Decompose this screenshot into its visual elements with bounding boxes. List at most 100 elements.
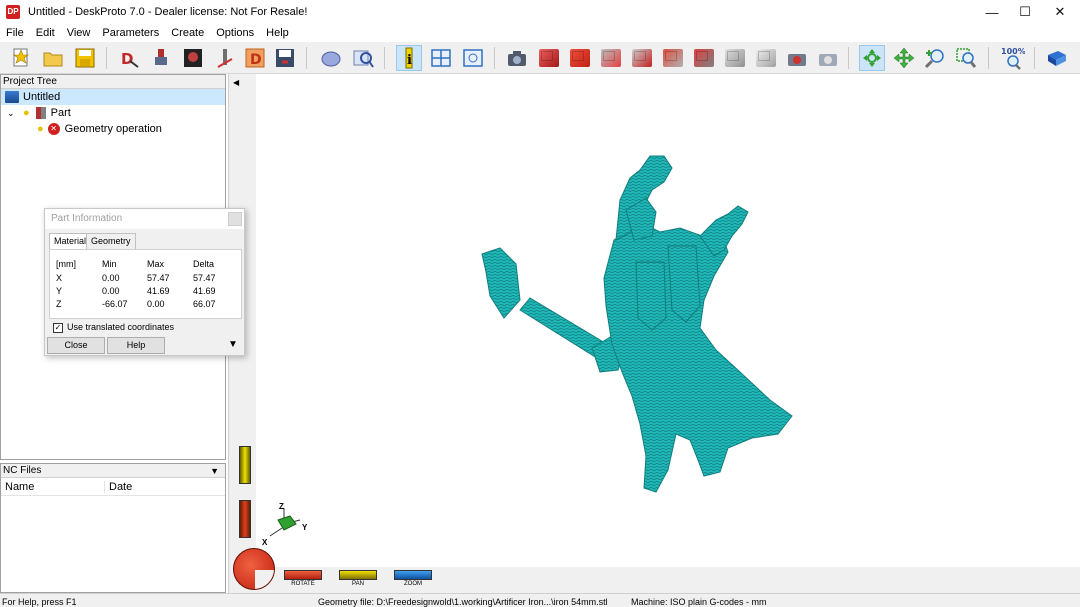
close-button[interactable]: Close — [47, 337, 105, 354]
tree-item-label: Part — [50, 107, 71, 119]
svg-text:D: D — [250, 52, 262, 68]
table-header: [mm] — [56, 259, 76, 269]
add-part-icon[interactable] — [148, 45, 174, 71]
pan-control[interactable]: PAN — [339, 570, 377, 590]
layout-icon[interactable] — [428, 45, 454, 71]
window-icon[interactable] — [460, 45, 486, 71]
dimensions-table: [mm] Min Max Delta X 0.00 57.47 57.47 Y … — [49, 249, 242, 319]
tree-item-label: Geometry operation — [64, 123, 162, 135]
dialog-close-icon[interactable] — [228, 212, 242, 226]
svg-text:D: D — [121, 50, 133, 68]
menu-parameters[interactable]: Parameters — [96, 27, 165, 39]
window-title: Untitled - DeskProto 7.0 - Dealer licens… — [28, 6, 308, 18]
view-front-icon[interactable] — [567, 45, 593, 71]
help-book-icon[interactable] — [1044, 45, 1070, 71]
table-cell: Y — [56, 286, 63, 296]
zoom-100-icon[interactable]: 100% — [1000, 45, 1026, 71]
zoom-window-icon[interactable] — [953, 45, 979, 71]
table-cell: Z — [56, 299, 62, 309]
menu-file[interactable]: File — [0, 27, 30, 39]
menu-create[interactable]: Create — [165, 27, 210, 39]
camera-icon[interactable] — [504, 45, 530, 71]
part-icon — [35, 107, 46, 119]
render-camera-icon[interactable] — [784, 45, 810, 71]
table-cell: 41.69 — [193, 286, 216, 296]
project-icon — [5, 91, 19, 103]
menu-help[interactable]: Help — [260, 27, 295, 39]
inspect-icon[interactable] — [350, 45, 376, 71]
nc-files-columns: Name Date — [1, 478, 225, 496]
tab-material[interactable]: Material — [49, 233, 92, 250]
collapse-chevron-icon[interactable]: ⌄ — [7, 108, 17, 119]
nc-files-panel: NC Files ▼ Name Date — [0, 463, 226, 593]
part-parameters-icon[interactable]: D — [116, 45, 142, 71]
rotate-mode-icon[interactable] — [859, 45, 885, 71]
axis-y-label: Y — [302, 523, 308, 532]
project-tree-header: Project Tree — [1, 75, 225, 89]
save-icon[interactable] — [72, 45, 98, 71]
table-cell: 57.47 — [193, 273, 216, 283]
rotate-control[interactable]: ROTATE — [284, 570, 322, 590]
visibility-bulb-icon[interactable]: ● — [37, 123, 44, 135]
menu-bar: File Edit View Parameters Create Options… — [0, 24, 1080, 42]
part-image-icon[interactable] — [180, 45, 206, 71]
svg-text:100%: 100% — [1001, 47, 1025, 56]
dialog-title: Part Information — [45, 209, 244, 229]
app-icon: DP — [6, 5, 20, 19]
table-cell: 0.00 — [147, 299, 165, 309]
status-machine: Machine: ISO plain G-codes - mm — [631, 597, 767, 607]
view-left-icon[interactable] — [629, 45, 655, 71]
collapse-left-arrow-icon[interactable]: ◀ — [233, 78, 239, 87]
model-figure — [481, 155, 793, 493]
column-name[interactable]: Name — [1, 480, 105, 493]
simulation-icon[interactable] — [318, 45, 344, 71]
menu-edit[interactable]: Edit — [30, 27, 61, 39]
menu-options[interactable]: Options — [210, 27, 260, 39]
view-back-icon[interactable] — [598, 45, 624, 71]
pan-gauge[interactable] — [239, 446, 251, 484]
help-button[interactable]: Help — [107, 337, 165, 354]
tool-icon[interactable] — [212, 45, 238, 71]
view-iso-icon[interactable] — [536, 45, 562, 71]
d-operation-icon[interactable]: D — [242, 45, 268, 71]
zoom-bar — [394, 570, 432, 580]
view-right-icon[interactable] — [660, 45, 686, 71]
use-translated-coordinates-checkbox[interactable]: ✓ — [53, 323, 63, 333]
view-reset-icon[interactable] — [753, 45, 779, 71]
column-date[interactable]: Date — [105, 481, 132, 493]
view-top-icon[interactable] — [691, 45, 717, 71]
checkbox-label: Use translated coordinates — [67, 322, 175, 332]
maximize-button[interactable]: ☐ — [1008, 0, 1042, 24]
dropdown-arrow-icon[interactable]: ▼ — [210, 464, 219, 478]
close-window-button[interactable]: ✕ — [1043, 0, 1077, 24]
rotate-gauge[interactable] — [239, 500, 251, 538]
tree-item-part[interactable]: ⌄ ● Part — [1, 105, 225, 121]
table-cell: 57.47 — [147, 273, 170, 283]
menu-view[interactable]: View — [61, 27, 97, 39]
view-bottom-icon[interactable] — [722, 45, 748, 71]
tree-item-untitled[interactable]: Untitled — [1, 89, 225, 105]
info-icon[interactable]: i — [396, 45, 422, 71]
minimize-button[interactable]: — — [975, 0, 1009, 24]
rotate-dial[interactable] — [233, 548, 275, 590]
expand-down-arrow-icon[interactable]: ▼ — [228, 339, 238, 350]
table-cell: 41.69 — [147, 286, 170, 296]
zoom-mode-icon[interactable] — [922, 45, 948, 71]
status-geometry-file: Geometry file: D:\Freedesignwold\1.worki… — [318, 597, 608, 607]
table-cell: 0.00 — [102, 273, 120, 283]
zoom-control[interactable]: ZOOM — [394, 570, 432, 590]
toolbar: D D i 100% — [0, 42, 1080, 74]
pan-mode-icon[interactable] — [891, 45, 917, 71]
tree-item-geometry-operation[interactable]: ● ✕ Geometry operation — [1, 121, 225, 137]
save-toolpath-icon[interactable] — [272, 45, 298, 71]
new-project-icon[interactable] — [8, 45, 34, 71]
table-header: Max — [147, 259, 165, 269]
tab-geometry[interactable]: Geometry — [86, 233, 136, 249]
pan-label: PAN — [352, 581, 364, 587]
snapshot-icon[interactable] — [815, 45, 841, 71]
axis-triad: Z Y X — [260, 502, 310, 548]
table-cell: 66.07 — [193, 299, 216, 309]
3d-viewport[interactable]: Z Y X — [256, 74, 1080, 567]
visibility-bulb-icon[interactable]: ● — [23, 107, 30, 119]
open-folder-icon[interactable] — [40, 45, 66, 71]
